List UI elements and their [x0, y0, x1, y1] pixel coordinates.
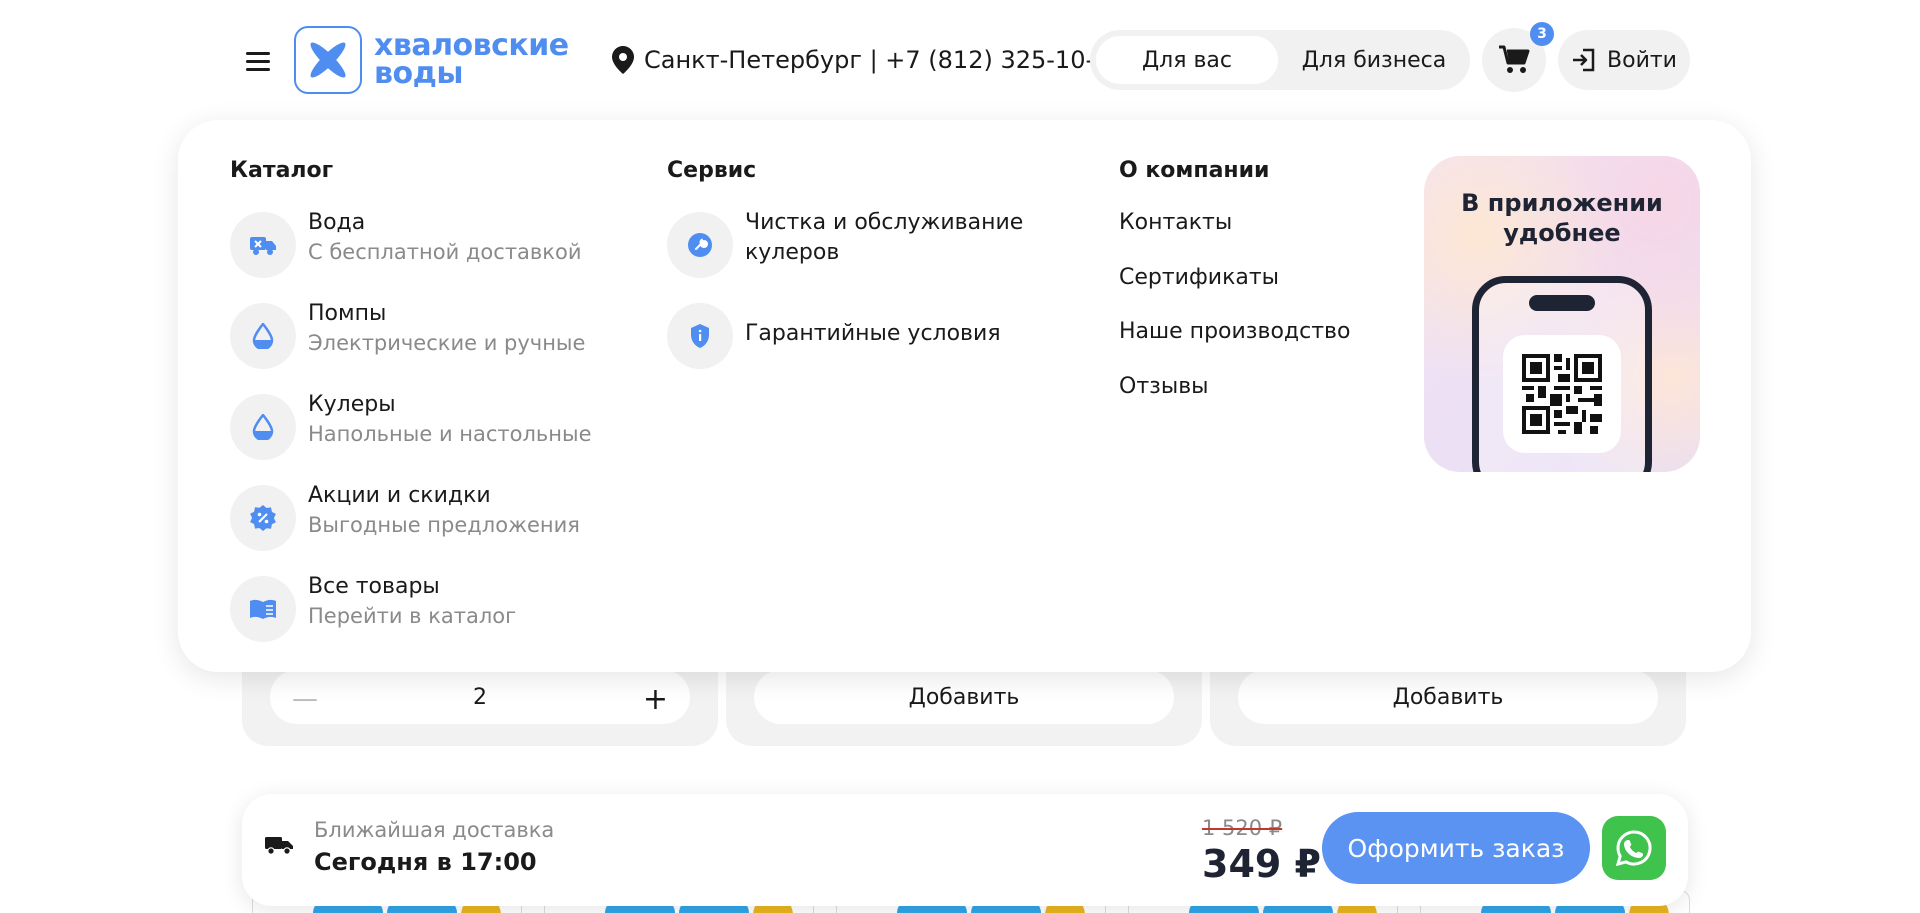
menu-item-subtitle: Выгодные предложения [308, 513, 580, 537]
link-production[interactable]: Наше производство [1119, 319, 1350, 344]
menu-item-coolers[interactable]: Кулеры Напольные и настольные [230, 392, 592, 462]
delivery-time: Сегодня в 17:00 [314, 848, 537, 876]
link-certificates[interactable]: Сертификаты [1119, 265, 1279, 290]
truck-icon [230, 212, 296, 278]
quantity-stepper: — 2 + [270, 670, 690, 724]
link-reviews[interactable]: Отзывы [1119, 374, 1209, 399]
whatsapp-button[interactable] [1602, 816, 1666, 880]
phone-illustration [1472, 276, 1652, 472]
app-promo-card[interactable]: В приложении удобнее [1424, 156, 1700, 472]
logo-wordmark: хваловские воды [374, 31, 569, 91]
menu-item-water[interactable]: Вода С бесплатной доставкой [230, 210, 590, 280]
login-label: Войти [1607, 47, 1677, 73]
percent-badge-icon [230, 485, 296, 551]
app-promo-title-line2: удобнее [1503, 219, 1621, 247]
menu-item-title: Кулеры [308, 392, 396, 417]
menu-item-subtitle: Перейти в каталог [308, 604, 517, 628]
menu-item-title: Акции и скидки [308, 483, 491, 508]
checkout-button[interactable]: Оформить заказ [1322, 812, 1590, 884]
app-promo-title-line1: В приложении [1461, 189, 1663, 217]
quantity-value: 2 [473, 684, 487, 710]
city-phone[interactable]: Санкт-Петербург | +7 (812) 325-10-25 [612, 44, 1125, 76]
mega-menu: Каталог Вода С бесплатной доставкой Помп… [178, 120, 1751, 672]
delivery-truck-icon [264, 834, 294, 860]
whatsapp-icon [1615, 830, 1652, 867]
drop-icon [230, 303, 296, 369]
logo[interactable]: хваловские воды [294, 26, 578, 94]
menu-item-warranty[interactable]: Гарантийные условия [667, 301, 1027, 371]
menu-item-title-line2: кулеров [745, 240, 840, 265]
decrease-button[interactable]: — [292, 684, 318, 714]
menu-item-subtitle: С бесплатной доставкой [308, 240, 582, 264]
order-bar: Ближайшая доставка Сегодня в 17:00 1 520… [242, 794, 1688, 906]
qr-code-icon [1503, 335, 1621, 453]
logo-text-line2: воды [374, 56, 463, 91]
shield-icon [667, 303, 733, 369]
audience-switch: Для вас Для бизнеса [1090, 30, 1470, 90]
cart-icon [1499, 45, 1530, 73]
old-price: 1 520 ₽ [1202, 816, 1283, 840]
menu-item-title: Помпы [308, 301, 387, 326]
menu-item-promotions[interactable]: Акции и скидки Выгодные предложения [230, 483, 590, 553]
add-to-cart-button[interactable]: Добавить [1238, 670, 1658, 724]
delivery-label: Ближайшая доставка [314, 818, 555, 842]
menu-item-title: Вода [308, 210, 366, 235]
logo-mark-icon [294, 26, 362, 94]
increase-button[interactable]: + [643, 682, 668, 717]
company-title: О компании [1119, 158, 1270, 183]
add-to-cart-button[interactable]: Добавить [754, 670, 1174, 724]
menu-item-title-line1: Чистка и обслуживание [745, 210, 1024, 235]
menu-item-subtitle: Электрические и ручные [308, 331, 586, 355]
tab-for-you[interactable]: Для вас [1096, 36, 1278, 84]
menu-item-pumps[interactable]: Помпы Электрические и ручные [230, 301, 590, 371]
wrench-icon [667, 212, 733, 278]
total-price: 349 ₽ [1202, 842, 1321, 886]
menu-item-title: Все товары [308, 574, 440, 599]
menu-item-subtitle: Напольные и настольные [308, 422, 592, 446]
city-phone-text: Санкт-Петербург | +7 (812) 325-10-25 [644, 46, 1125, 74]
app-promo-title: В приложении удобнее [1424, 188, 1700, 248]
menu-burger-icon[interactable] [240, 44, 276, 80]
cart-count-badge: 3 [1530, 22, 1554, 46]
catalog-title: Каталог [230, 158, 334, 183]
tab-for-business[interactable]: Для бизнеса [1284, 36, 1464, 84]
menu-item-all-products[interactable]: Все товары Перейти в каталог [230, 574, 590, 644]
login-icon [1573, 48, 1595, 72]
link-contacts[interactable]: Контакты [1119, 210, 1232, 235]
location-pin-icon [612, 46, 634, 74]
menu-item-cleaning[interactable]: Чистка и обслуживание кулеров [667, 210, 1027, 280]
drop-icon [230, 394, 296, 460]
menu-item-title: Гарантийные условия [745, 321, 1001, 346]
site-header: хваловские воды Санкт-Петербург | +7 (81… [0, 0, 1920, 120]
login-button[interactable]: Войти [1558, 30, 1690, 90]
service-title: Сервис [667, 158, 757, 183]
book-icon [230, 576, 296, 642]
